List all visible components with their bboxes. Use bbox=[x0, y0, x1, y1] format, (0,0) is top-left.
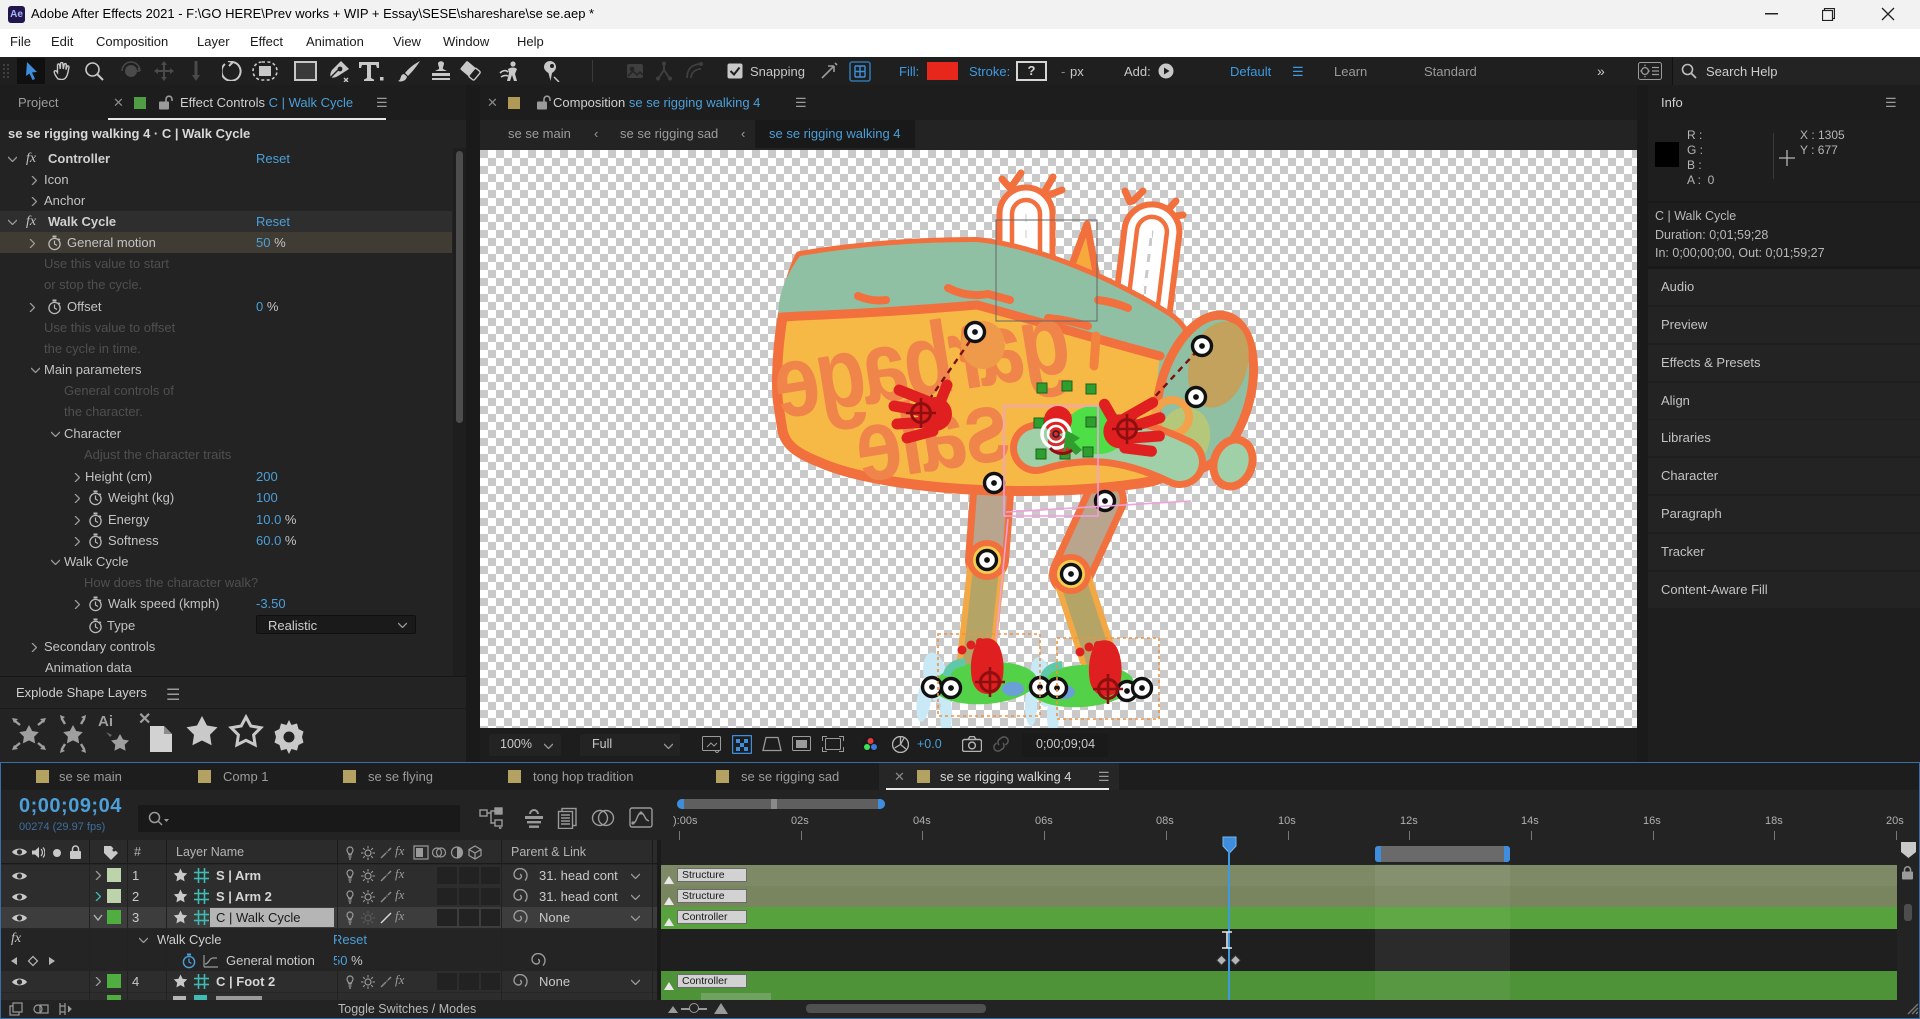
svg-text:✕: ✕ bbox=[138, 711, 151, 728]
svg-text:Ai: Ai bbox=[98, 713, 113, 730]
